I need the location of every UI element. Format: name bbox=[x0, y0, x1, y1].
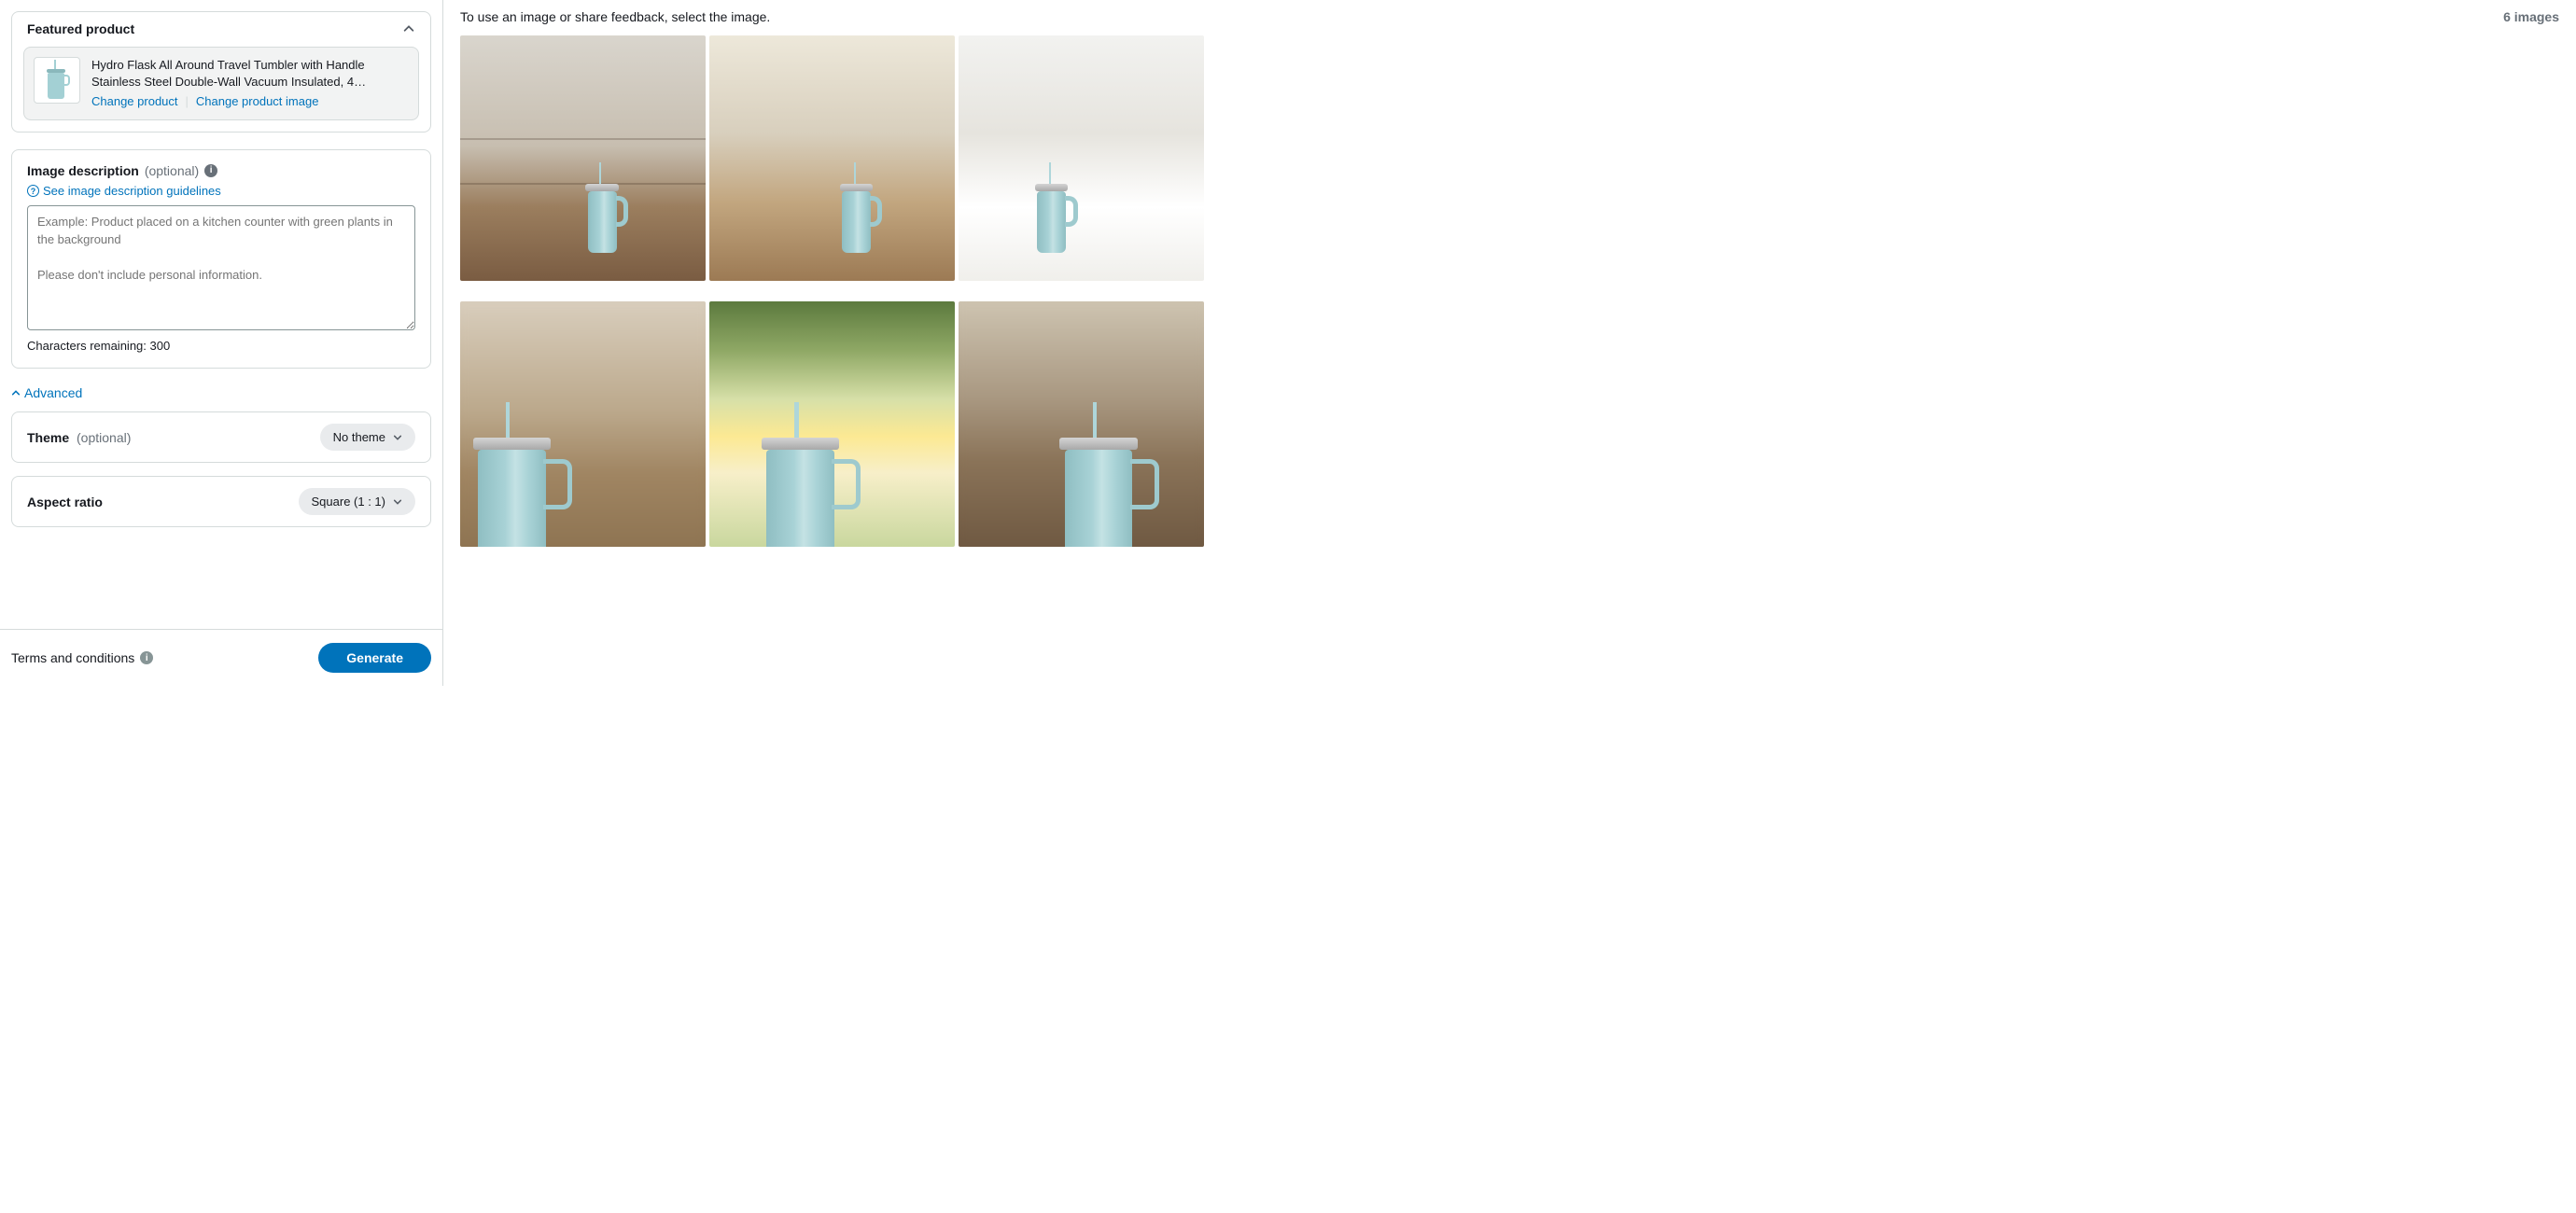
aspect-ratio-setting: Aspect ratio Square (1 : 1) bbox=[11, 476, 431, 527]
right-panel: To use an image or share feedback, selec… bbox=[443, 0, 2576, 686]
generated-image-1[interactable] bbox=[460, 35, 706, 281]
left-footer: Terms and conditions i Generate bbox=[0, 629, 442, 686]
theme-setting: Theme (optional) No theme bbox=[11, 411, 431, 463]
aspect-ratio-label: Aspect ratio bbox=[27, 495, 103, 509]
theme-value: No theme bbox=[333, 430, 385, 444]
change-product-image-link[interactable]: Change product image bbox=[196, 93, 319, 110]
featured-product-card: Featured product Hydro Flask All Around bbox=[11, 11, 431, 132]
theme-optional: (optional) bbox=[77, 430, 131, 445]
aspect-ratio-select[interactable]: Square (1 : 1) bbox=[299, 488, 416, 515]
optional-label: (optional) bbox=[145, 163, 199, 178]
chevron-down-icon bbox=[393, 497, 402, 507]
advanced-toggle[interactable]: Advanced bbox=[11, 385, 82, 400]
product-thumbnail bbox=[34, 57, 80, 104]
product-info: Hydro Flask All Around Travel Tumbler wi… bbox=[91, 57, 409, 110]
product-title-text: Hydro Flask All Around Travel Tumbler wi… bbox=[91, 57, 409, 90]
characters-remaining: Characters remaining: 300 bbox=[27, 339, 415, 353]
aspect-ratio-value: Square (1 : 1) bbox=[312, 495, 386, 509]
link-separator: | bbox=[186, 93, 189, 110]
image-count: 6 images bbox=[2503, 9, 2559, 24]
tumbler-icon bbox=[44, 62, 70, 99]
generated-image-6[interactable] bbox=[959, 301, 1204, 547]
left-scroll-area: Featured product Hydro Flask All Around bbox=[0, 11, 442, 629]
image-description-label: Image description bbox=[27, 163, 139, 178]
generated-image-3[interactable] bbox=[959, 35, 1204, 281]
chevron-up-icon bbox=[11, 388, 21, 397]
chevron-down-icon bbox=[393, 433, 402, 442]
generated-image-4[interactable] bbox=[460, 301, 706, 547]
question-icon: ? bbox=[27, 185, 39, 197]
image-description-input[interactable] bbox=[27, 205, 415, 330]
theme-label: Theme bbox=[27, 430, 69, 445]
image-grid bbox=[460, 35, 2559, 547]
selected-product-box: Hydro Flask All Around Travel Tumbler wi… bbox=[23, 47, 419, 120]
featured-product-header[interactable]: Featured product bbox=[12, 12, 430, 47]
image-description-card: Image description (optional) i ? See ima… bbox=[11, 149, 431, 369]
featured-product-title: Featured product bbox=[27, 21, 134, 36]
advanced-label: Advanced bbox=[24, 385, 82, 400]
instruction-text: To use an image or share feedback, selec… bbox=[460, 9, 770, 24]
generated-image-2[interactable] bbox=[709, 35, 955, 281]
info-icon[interactable]: i bbox=[204, 164, 217, 177]
theme-select[interactable]: No theme bbox=[320, 424, 415, 451]
guidelines-link[interactable]: ? See image description guidelines bbox=[27, 184, 221, 198]
generated-image-5[interactable] bbox=[709, 301, 955, 547]
terms-link[interactable]: Terms and conditions bbox=[11, 650, 134, 665]
info-icon[interactable]: i bbox=[140, 651, 153, 664]
change-product-link[interactable]: Change product bbox=[91, 93, 178, 110]
generate-button[interactable]: Generate bbox=[318, 643, 431, 673]
guidelines-link-text: See image description guidelines bbox=[43, 184, 221, 198]
chevron-up-icon bbox=[402, 22, 415, 35]
left-panel: Featured product Hydro Flask All Around bbox=[0, 0, 443, 686]
